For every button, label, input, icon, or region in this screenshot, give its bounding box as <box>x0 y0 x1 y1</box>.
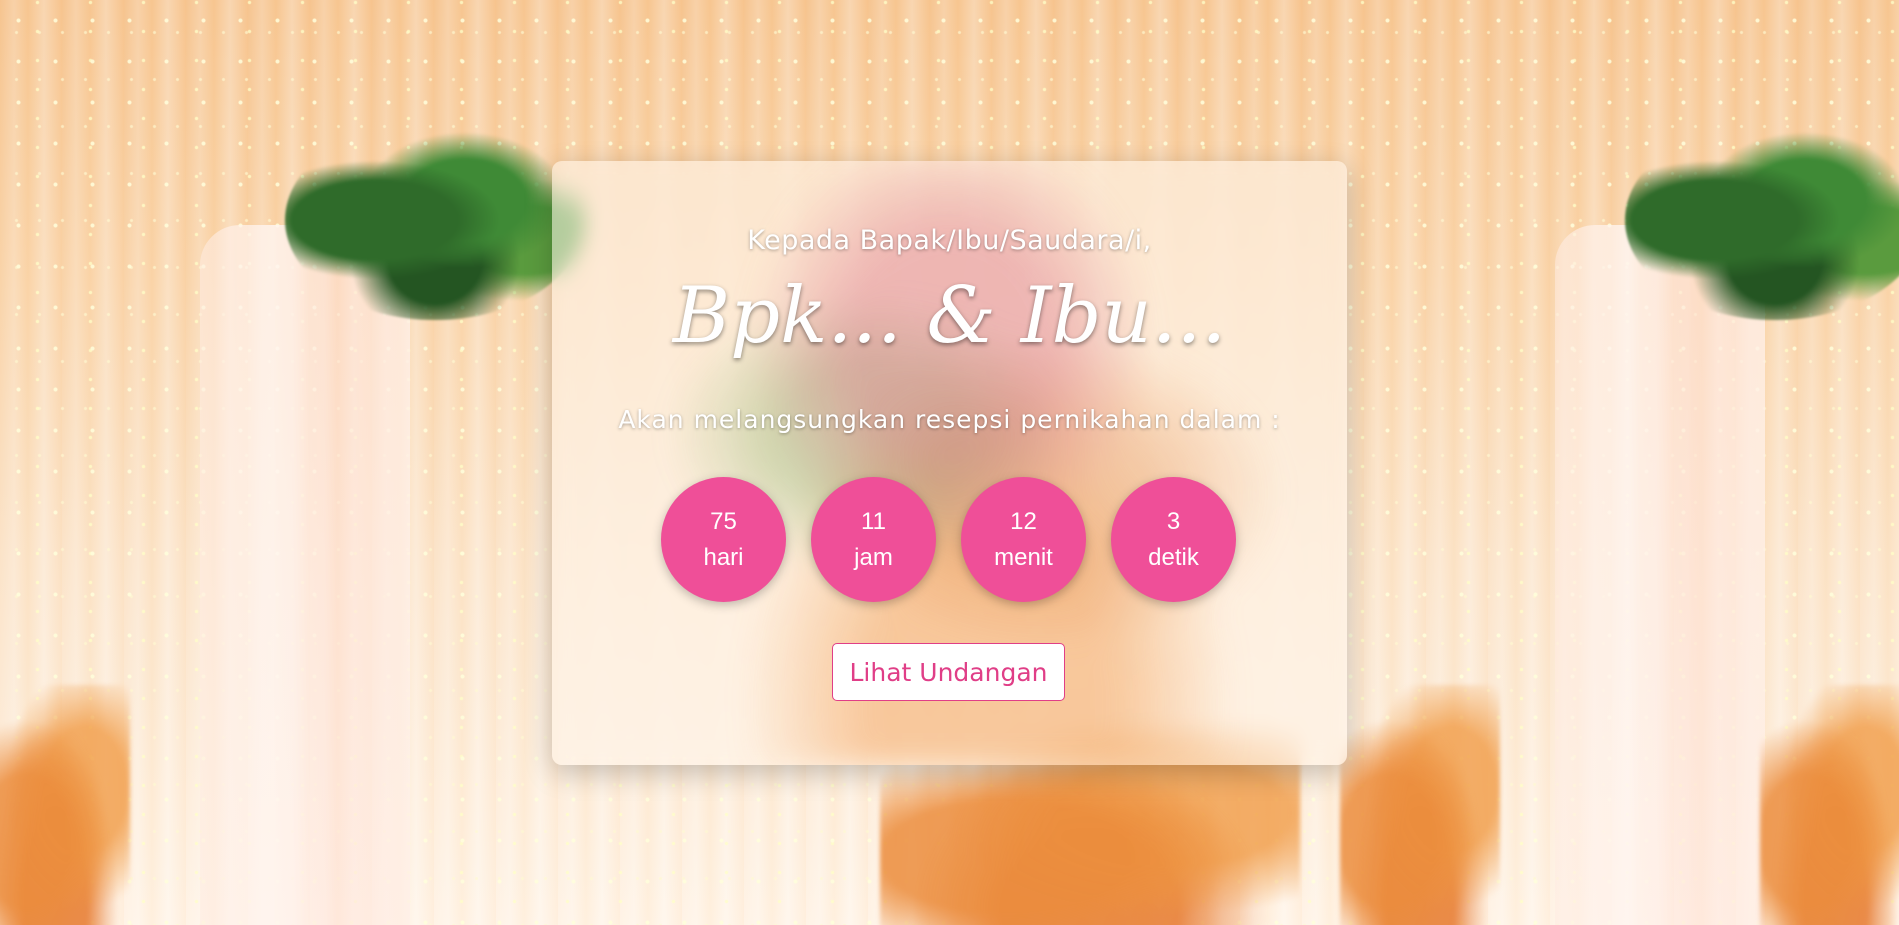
countdown-value: 12 <box>1010 507 1037 535</box>
greeting-text: Kepada Bapak/Ibu/Saudara/i, <box>747 225 1152 256</box>
invitation-card: Kepada Bapak/Ibu/Saudara/i, Bpk... & Ibu… <box>552 161 1347 765</box>
pampas-grass <box>1340 685 1500 925</box>
countdown-value: 75 <box>710 507 737 535</box>
countdown-value: 11 <box>861 507 886 535</box>
countdown-timer: 75 hari 11 jam 12 menit 3 detik <box>661 477 1236 602</box>
countdown-minutes: 12 menit <box>961 477 1086 602</box>
right-drape <box>1555 225 1765 925</box>
countdown-hours: 11 jam <box>811 477 936 602</box>
guest-name: Bpk... & Ibu... <box>672 271 1227 361</box>
pampas-grass <box>0 685 130 925</box>
countdown-unit: detik <box>1148 543 1199 571</box>
countdown-unit: menit <box>994 543 1053 571</box>
left-drape <box>200 225 410 925</box>
countdown-unit: jam <box>854 543 893 571</box>
countdown-seconds: 3 detik <box>1111 477 1236 602</box>
countdown-value: 3 <box>1166 507 1181 535</box>
open-invitation-button[interactable]: Lihat Undangan <box>832 643 1065 701</box>
countdown-days: 75 hari <box>661 477 786 602</box>
countdown-unit: hari <box>703 543 744 571</box>
pampas-grass <box>1760 685 1899 925</box>
left-floral-arrangement <box>285 120 585 320</box>
event-subtitle: Akan melangsungkan resepsi pernikahan da… <box>618 405 1281 434</box>
